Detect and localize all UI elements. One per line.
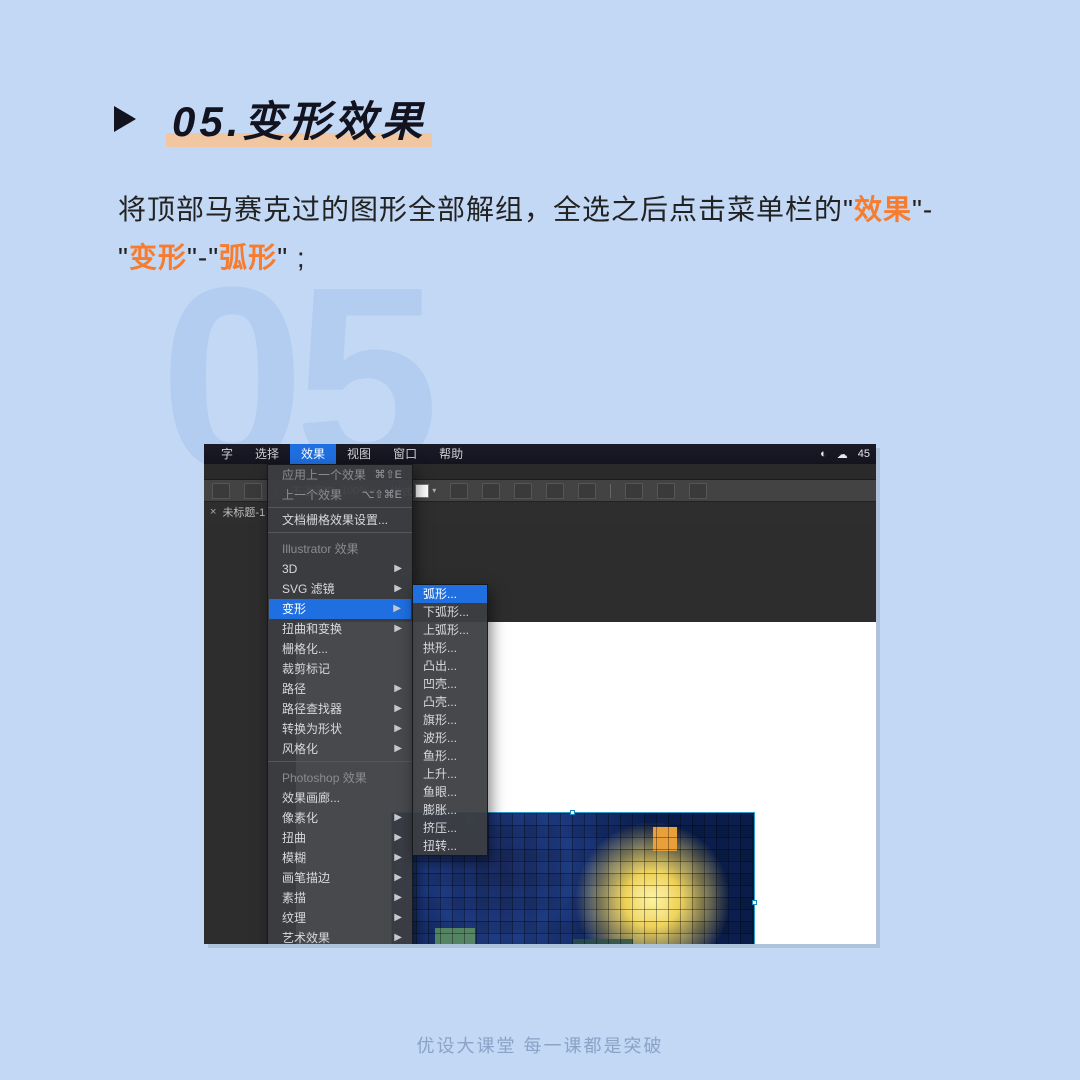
chevron-right-icon: ▶: [394, 701, 402, 717]
status-number: 45: [858, 448, 870, 460]
menu-item-texture[interactable]: 纹理▶: [268, 908, 412, 928]
menu-help[interactable]: 帮助: [428, 444, 474, 464]
menu-type[interactable]: 字: [210, 444, 244, 464]
menu-effect[interactable]: 效果: [290, 444, 336, 464]
wechat-icon: ☁: [837, 448, 848, 461]
menu-item-rasterize[interactable]: 栅格化...: [268, 639, 412, 659]
chevron-right-icon: ▶: [394, 930, 402, 944]
menu-view[interactable]: 视图: [336, 444, 382, 464]
menu-separator: [268, 507, 412, 508]
card-title: 05.变形效果: [114, 88, 432, 149]
chevron-down-icon: ▾: [432, 486, 436, 495]
menu-item-last-effect[interactable]: 上一个效果 ⌥⇧⌘E: [268, 485, 412, 505]
submenu-item-fisheye[interactable]: 鱼眼...: [413, 783, 487, 801]
menubar-status: ◐ ☁ 45: [820, 444, 870, 464]
chevron-right-icon: ▶: [394, 581, 402, 597]
distribute-button[interactable]: [625, 483, 643, 499]
align-button[interactable]: [450, 483, 468, 499]
card-title-text: 05.变形效果: [166, 88, 432, 149]
align-button[interactable]: [514, 483, 532, 499]
align-button[interactable]: [578, 483, 596, 499]
menu-heading-illustrator: Illustrator 效果: [268, 535, 412, 559]
menu-item-artistic[interactable]: 艺术效果▶: [268, 928, 412, 944]
chevron-right-icon: ▶: [394, 830, 402, 846]
menu-item-svgfilter[interactable]: SVG 滤镜▶: [268, 579, 412, 599]
menu-item-gallery[interactable]: 效果画廊...: [268, 788, 412, 808]
menu-item-stylize-ai[interactable]: 风格化▶: [268, 739, 412, 759]
chevron-right-icon: ▶: [394, 850, 402, 866]
menu-item-docgrid[interactable]: 文档栅格效果设置...: [268, 510, 412, 530]
stroke-swatch[interactable]: [244, 483, 262, 499]
submenu-item-shellupper[interactable]: 凸壳...: [413, 693, 487, 711]
warp-submenu: 弧形... 下弧形... 上弧形... 拱形... 凸出... 凹壳... 凸壳…: [412, 584, 488, 856]
menu-item-pathfinder[interactable]: 路径查找器▶: [268, 699, 412, 719]
menu-item-sketch[interactable]: 素描▶: [268, 888, 412, 908]
chevron-right-icon: ▶: [394, 890, 402, 906]
menu-item-path[interactable]: 路径▶: [268, 679, 412, 699]
footer-text: 优设大课堂 每一课都是突破: [0, 1032, 1080, 1058]
chevron-right-icon: ▶: [393, 601, 401, 617]
submenu-item-twist[interactable]: 扭转...: [413, 837, 487, 855]
distribute-button[interactable]: [689, 483, 707, 499]
submenu-item-rise[interactable]: 上升...: [413, 765, 487, 783]
submenu-item-arclower[interactable]: 下弧形...: [413, 603, 487, 621]
chevron-right-icon: ▶: [394, 810, 402, 826]
tab-label: 未标题-1: [222, 504, 265, 520]
chevron-right-icon: ▶: [394, 870, 402, 886]
style-swatch: [415, 484, 429, 498]
triangle-icon: [114, 106, 136, 132]
menu-item-blur[interactable]: 模糊▶: [268, 848, 412, 868]
submenu-item-arc[interactable]: 弧形...: [413, 585, 487, 603]
effect-dropdown: 应用上一个效果 ⌘⇧E 上一个效果 ⌥⇧⌘E 文档栅格效果设置... Illus…: [267, 464, 413, 944]
menu-item-3d[interactable]: 3D▶: [268, 559, 412, 579]
submenu-item-flag[interactable]: 旗形...: [413, 711, 487, 729]
submenu-item-fish[interactable]: 鱼形...: [413, 747, 487, 765]
align-button[interactable]: [546, 483, 564, 499]
card-description: 将顶部马赛克过的图形全部解组，全选之后点击菜单栏的"效果"-"变形"-"弧形" …: [118, 186, 962, 281]
menu-item-cropmarks[interactable]: 裁剪标记: [268, 659, 412, 679]
menu-select[interactable]: 选择: [244, 444, 290, 464]
separator-icon: [610, 484, 611, 498]
chevron-right-icon: ▶: [394, 561, 402, 577]
menu-bar: 字 选择 效果 视图 窗口 帮助 ◐ ☁ 45: [204, 444, 876, 464]
submenu-item-wave[interactable]: 波形...: [413, 729, 487, 747]
fill-swatch[interactable]: [212, 483, 230, 499]
menu-item-warp[interactable]: 变形▶: [269, 599, 411, 619]
menu-heading-photoshop: Photoshop 效果: [268, 764, 412, 788]
menu-item-brush[interactable]: 画笔描边▶: [268, 868, 412, 888]
submenu-item-arch[interactable]: 拱形...: [413, 639, 487, 657]
app-window: 字 选择 效果 视图 窗口 帮助 ◐ ☁ 45 不透明度: 100% ▾ 样式: [204, 444, 876, 944]
submenu-item-shelllower[interactable]: 凹壳...: [413, 675, 487, 693]
chevron-right-icon: ▶: [394, 681, 402, 697]
submenu-item-squeeze[interactable]: 挤压...: [413, 819, 487, 837]
close-tab-icon[interactable]: ×: [210, 506, 216, 518]
menu-item-distort-ps[interactable]: 扭曲▶: [268, 828, 412, 848]
chevron-right-icon: ▶: [394, 721, 402, 737]
compass-icon: ◐: [820, 448, 827, 460]
chevron-right-icon: ▶: [394, 910, 402, 926]
transform-handle[interactable]: [570, 810, 575, 815]
submenu-item-bulge[interactable]: 凸出...: [413, 657, 487, 675]
menu-window[interactable]: 窗口: [382, 444, 428, 464]
menu-item-pixelate[interactable]: 像素化▶: [268, 808, 412, 828]
screenshot-frame: 字 选择 效果 视图 窗口 帮助 ◐ ☁ 45 不透明度: 100% ▾ 样式: [204, 444, 876, 944]
transform-handle[interactable]: [752, 900, 757, 905]
chevron-right-icon: ▶: [394, 621, 402, 637]
align-button[interactable]: [482, 483, 500, 499]
menu-item-distort[interactable]: 扭曲和变换▶: [268, 619, 412, 639]
submenu-item-inflate[interactable]: 膨胀...: [413, 801, 487, 819]
menu-separator: [268, 532, 412, 533]
distribute-button[interactable]: [657, 483, 675, 499]
menu-item-apply-last[interactable]: 应用上一个效果 ⌘⇧E: [268, 465, 412, 485]
chevron-right-icon: ▶: [394, 741, 402, 757]
submenu-item-arcupper[interactable]: 上弧形...: [413, 621, 487, 639]
menu-item-convert-shape[interactable]: 转换为形状▶: [268, 719, 412, 739]
menu-separator: [268, 761, 412, 762]
